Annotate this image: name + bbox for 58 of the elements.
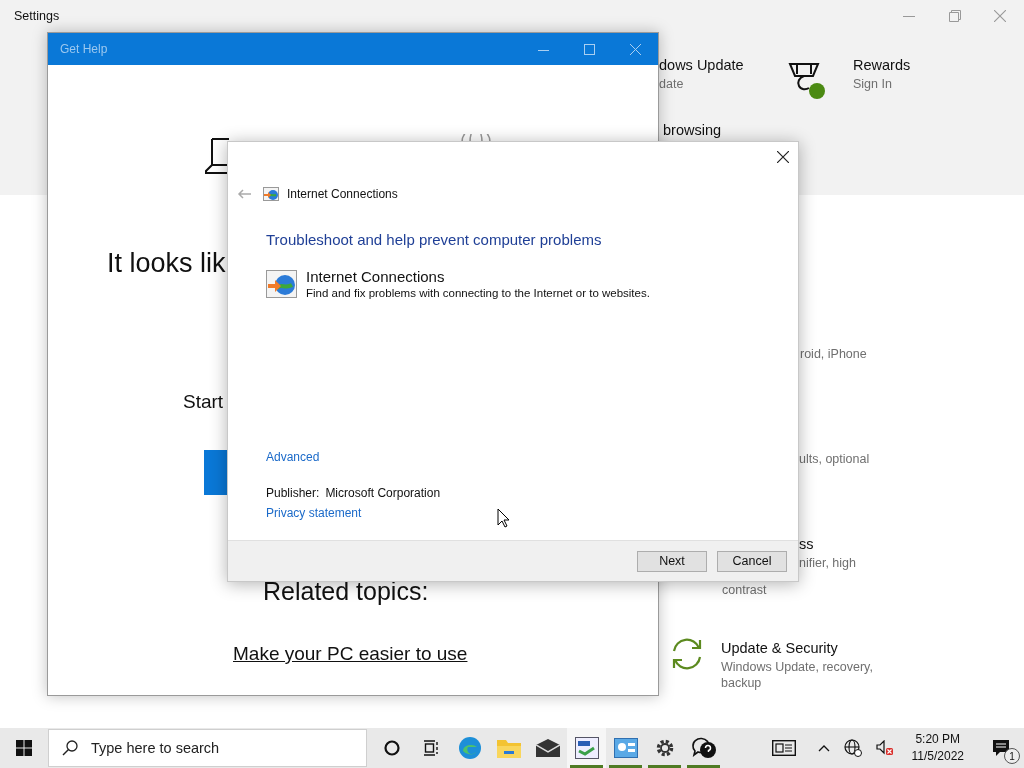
- feedback-chat-icon: [690, 736, 717, 760]
- publisher-label: Publisher:: [266, 486, 320, 500]
- dialog-title: Internet Connections: [287, 187, 398, 201]
- related-heading: Related topics:: [263, 577, 429, 606]
- clock-time[interactable]: 5:20 PM: [915, 731, 961, 748]
- notification-icon[interactable]: [992, 739, 1010, 757]
- advanced-link[interactable]: Advanced: [266, 450, 320, 464]
- window-title: Settings: [14, 9, 60, 23]
- close-icon[interactable]: [777, 151, 789, 163]
- laptop-icon: [205, 138, 229, 174]
- category-title[interactable]: dows Update: [659, 57, 829, 73]
- action-button[interactable]: [204, 450, 230, 495]
- dialog-heading: Troubleshoot and help prevent computer problems: [266, 231, 602, 248]
- medal-icon: [788, 62, 826, 100]
- muted-speaker-icon[interactable]: [875, 740, 894, 756]
- category-description: ults, optional: [799, 451, 871, 467]
- category-description: Windows Update, recovery, backup: [721, 659, 874, 691]
- troubleshooter-title[interactable]: Internet Connections: [306, 268, 650, 285]
- window-title: Get Help: [60, 42, 108, 56]
- news-icon[interactable]: [771, 740, 796, 756]
- topic-link[interactable]: Make your PC easier to use: [233, 643, 468, 665]
- network-globe-icon: [263, 187, 279, 201]
- sync-icon: [670, 637, 704, 671]
- settings-icon: [654, 738, 675, 758]
- privacy-link[interactable]: Privacy statement: [266, 506, 362, 520]
- browser-icon: [457, 736, 482, 760]
- category-title[interactable]: browsing: [663, 122, 833, 138]
- next-button[interactable]: Next: [637, 550, 707, 572]
- publisher-name: Microsoft Corporation: [325, 486, 441, 500]
- circle-icon: [383, 740, 400, 756]
- category-description: date: [659, 76, 685, 92]
- category-description: Sign In: [853, 76, 893, 92]
- minimize-icon[interactable]: [903, 16, 915, 18]
- category-description: contrast: [722, 582, 768, 598]
- network-globe-icon: [266, 270, 297, 298]
- taskbar-app[interactable]: [567, 728, 606, 768]
- troubleshooter-description: Find and fix problems with connecting to the Internet or to websites.: [306, 287, 650, 299]
- search-field[interactable]: Type here to search: [48, 729, 367, 767]
- category-description: roid, iPhone: [800, 346, 868, 362]
- envelope-icon: [535, 739, 560, 757]
- maximize-icon[interactable]: [584, 44, 595, 55]
- control-panel-icon: [613, 738, 638, 758]
- windows-start-icon[interactable]: [16, 740, 32, 756]
- notification-count: 1: [1004, 748, 1020, 764]
- help-heading: It looks lik: [107, 248, 226, 279]
- network-window-icon: [574, 737, 599, 759]
- restore-icon[interactable]: [949, 10, 961, 22]
- task-view-icon: [422, 740, 439, 756]
- category-description: nifier, high: [799, 555, 857, 571]
- folder-icon: [496, 738, 521, 758]
- chevron-up-icon[interactable]: [817, 744, 830, 752]
- category-title[interactable]: Update & Security: [721, 640, 891, 656]
- clock-date[interactable]: 11/5/2022: [911, 748, 964, 765]
- mouse-pointer-icon: [497, 508, 510, 528]
- category-title[interactable]: ss: [799, 536, 969, 552]
- prompt-text: Start: [183, 391, 224, 413]
- cancel-button[interactable]: Cancel: [717, 550, 787, 572]
- category-title[interactable]: Rewards: [853, 57, 1023, 73]
